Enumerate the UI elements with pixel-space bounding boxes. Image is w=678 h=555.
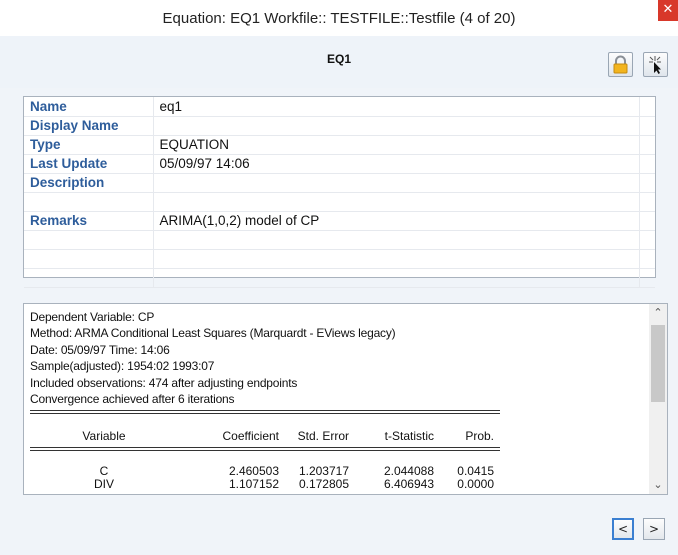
info-label (24, 192, 154, 212)
result-cell: 6.406943 (383, 477, 434, 491)
info-value[interactable]: EQUATION (153, 135, 640, 155)
pointer-icon (649, 56, 661, 74)
output-line: Dependent Variable: CP (30, 310, 155, 324)
info-tail-cell (639, 192, 655, 212)
info-row: Description (24, 173, 655, 193)
column-header: Std. Error (297, 429, 349, 443)
info-label: Description (24, 173, 154, 193)
info-label: Type (24, 135, 154, 155)
vertical-scrollbar[interactable]: ⌃ ⌄ (649, 304, 667, 494)
info-value[interactable] (153, 192, 640, 212)
column-header: Variable (82, 429, 126, 443)
result-cell: DIV (93, 477, 114, 491)
result-cell: 2.044088 (383, 464, 434, 478)
title-bar: Equation: EQ1 Workfile:: TESTFILE::Testf… (0, 0, 678, 36)
info-tail-cell (639, 268, 655, 288)
info-tail-cell (639, 249, 655, 269)
result-cell: 0.172805 (298, 477, 349, 491)
table-top-rule (30, 410, 500, 414)
output-line: Convergence achieved after 6 iterations (30, 392, 235, 407)
info-value[interactable]: ARIMA(1,0,2) model of CP (153, 211, 640, 231)
info-label (24, 268, 154, 288)
info-value[interactable]: 05/09/97 14:06 (153, 154, 640, 174)
result-cell: 0.0000 (457, 477, 494, 491)
result-cell: C (99, 464, 109, 478)
column-header: t-Statistic (384, 429, 434, 443)
info-label: Name (24, 97, 154, 117)
info-value[interactable] (153, 173, 640, 193)
result-cell: 1.107152 (228, 477, 279, 491)
result-cell: 1.203717 (298, 464, 349, 478)
info-value[interactable] (153, 249, 640, 269)
output-line: Included observations: 474 after adjusti… (30, 375, 298, 390)
info-tail-cell (639, 135, 655, 155)
estimation-output: Dependent Variable: CP Method: ARMA Condi… (23, 303, 668, 495)
info-value[interactable] (153, 268, 640, 288)
close-button[interactable]: ✕ (658, 0, 678, 21)
info-tail-cell (639, 230, 655, 250)
info-value[interactable] (153, 116, 640, 136)
output-line: Sample(adjusted): 1954:02 1993:07 (30, 359, 215, 374)
info-label: Remarks (24, 211, 154, 231)
info-row: Display Name (24, 116, 655, 136)
label-info-panel: Name eq1 Display Name Type EQUATION Last Upda… (23, 96, 656, 288)
info-row: Type EQUATION (24, 135, 655, 155)
info-tail-cell (639, 173, 655, 193)
info-value[interactable] (153, 230, 640, 250)
output-line: Method: ARMA Conditional Least Squares (… (30, 326, 396, 341)
column-header: Prob. (465, 429, 494, 443)
info-tail-cell (639, 116, 655, 136)
info-label (24, 249, 154, 269)
info-label: Display Name (24, 116, 154, 136)
info-row (24, 230, 655, 250)
result-cell: 2.460503 (228, 464, 279, 478)
info-tail-cell (639, 154, 655, 174)
label-info-table: Name eq1 Display Name Type EQUATION Last Upda… (24, 97, 655, 288)
info-tail-cell (639, 211, 655, 231)
result-cell: 0.0415 (457, 464, 494, 478)
lock-icon (613, 55, 628, 74)
object-name: EQ1 (326, 52, 351, 66)
table-header-rule (30, 447, 500, 451)
output-line: Date: 05/09/97 Time: 14:06 (30, 342, 170, 357)
scroll-down-button[interactable]: ⌄ (649, 476, 667, 494)
scroll-thumb[interactable] (651, 325, 665, 402)
next-button[interactable]: > (643, 518, 665, 540)
lock-button[interactable] (608, 52, 633, 77)
pointer-button[interactable] (643, 52, 668, 77)
info-tail-cell (639, 97, 655, 117)
scroll-up-button[interactable]: ⌃ (649, 304, 667, 322)
info-row (24, 268, 655, 288)
object-header: EQ1 (0, 36, 678, 88)
window-title: Equation: EQ1 Workfile:: TESTFILE::Testf… (162, 10, 516, 27)
info-row: Last Update 05/09/97 14:06 (24, 154, 655, 174)
info-value[interactable]: eq1 (153, 97, 640, 117)
output-header-lines: Dependent Variable: CP Method: ARMA Condi… (30, 309, 396, 407)
previous-button[interactable]: < (612, 518, 634, 540)
info-row (24, 192, 655, 212)
info-row (24, 249, 655, 269)
info-row: Name eq1 (24, 97, 655, 117)
info-label (24, 230, 154, 250)
info-label: Last Update (24, 154, 154, 174)
info-row: Remarks ARIMA(1,0,2) model of CP (24, 211, 655, 231)
column-header: Coefficient (222, 429, 279, 443)
